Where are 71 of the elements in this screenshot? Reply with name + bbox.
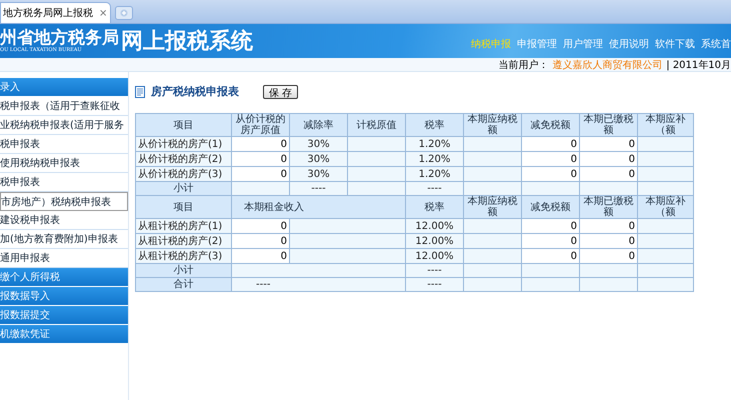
table-cell — [638, 278, 694, 292]
table-cell: 30% — [290, 152, 348, 166]
column-header: 项目 — [136, 196, 232, 218]
table-cell: 12.00% — [406, 234, 464, 248]
save-button[interactable]: 保 存 — [263, 84, 298, 98]
table-cell: ---- — [406, 182, 464, 196]
table-cell: 12.00% — [406, 218, 464, 234]
column-header: 本期应纳税额 — [464, 196, 522, 218]
table-cell: 从租计税的房产(3) — [136, 248, 232, 264]
table-cell: 从价计税的房产(2) — [136, 152, 232, 166]
column-header: 从价计税的房产原值 — [232, 114, 290, 136]
table-cell — [522, 278, 580, 292]
close-icon[interactable]: × — [99, 8, 108, 18]
column-header: 减免税额 — [522, 196, 580, 218]
table-cell — [348, 166, 406, 182]
table-cell: ---- — [406, 264, 464, 278]
table-cell: ---- — [290, 182, 348, 196]
document-icon — [135, 86, 145, 98]
sidebar-group[interactable]: 机缴款凭证 — [0, 325, 128, 344]
table-cell: ---- — [232, 278, 406, 292]
nav-link[interactable]: 系统首 — [701, 37, 731, 51]
column-header: 计税原值 — [348, 114, 406, 136]
table-cell: 30% — [290, 136, 348, 152]
table-cell: 30% — [290, 166, 348, 182]
table-cell — [464, 264, 522, 278]
column-header: 减除率 — [290, 114, 348, 136]
table-cell — [638, 182, 694, 196]
column-header: 本期应纳税额 — [464, 114, 522, 136]
column-header: 税率 — [406, 196, 464, 218]
column-header: 税率 — [406, 114, 464, 136]
table-cell: 1.20% — [406, 166, 464, 182]
sidebar-item[interactable]: 市房地产）税纳税申报表 — [0, 192, 128, 211]
table-cell: 从价计税的房产(3) — [136, 166, 232, 182]
table-cell: ---- — [406, 278, 464, 292]
column-header: 减免税额 — [522, 114, 580, 136]
form-title: 房产税纳税申报表 — [151, 84, 239, 99]
column-header: 项目 — [136, 114, 232, 136]
table-cell — [638, 264, 694, 278]
table-cell: 小计 — [136, 264, 232, 278]
browser-tab[interactable]: 地方税务局网上报税 × — [0, 2, 112, 23]
table-cell — [464, 278, 522, 292]
column-header: 本期租金收入 — [232, 196, 406, 218]
sidebar-item[interactable]: 加(地方教育费附加)申报表 — [0, 230, 128, 249]
sidebar-group[interactable]: 缴个人所得税 — [0, 268, 128, 287]
column-header: 本期应补（额 — [638, 114, 694, 136]
table-cell: 从租计税的房产(1) — [136, 218, 232, 234]
column-header: 本期已缴税额 — [580, 114, 638, 136]
table-cell: 小计 — [136, 182, 232, 196]
table-cell — [580, 278, 638, 292]
plus-icon — [120, 9, 128, 17]
new-tab-button[interactable] — [115, 6, 134, 20]
column-header: 本期已缴税额 — [580, 196, 638, 218]
date-text: | 2011年10月 — [666, 58, 731, 72]
sidebar-group[interactable]: 报数据提交 — [0, 306, 128, 325]
table-cell: 合计 — [136, 278, 232, 292]
column-header: 本期应补（额 — [638, 196, 694, 218]
current-user-label: 当前用户： — [498, 58, 548, 72]
system-name: 网上报税系统 — [121, 28, 253, 56]
org-name: 州省地方税务局 — [0, 28, 119, 46]
table-cell: 从租计税的房产(2) — [136, 234, 232, 248]
table-cell: 1.20% — [406, 152, 464, 166]
table-cell — [348, 152, 406, 166]
table-cell: 1.20% — [406, 136, 464, 152]
table-cell — [348, 182, 406, 196]
sidebar-group[interactable]: 录入 — [0, 78, 128, 97]
table-cell: 12.00% — [406, 248, 464, 264]
sidebar-group[interactable]: 报数据导入 — [0, 287, 128, 306]
user-name: 遵义嘉欣人商贸有限公司 — [552, 58, 662, 72]
table-cell: 从价计税的房产(1) — [136, 136, 232, 152]
table-cell — [464, 182, 522, 196]
table-cell — [348, 136, 406, 152]
